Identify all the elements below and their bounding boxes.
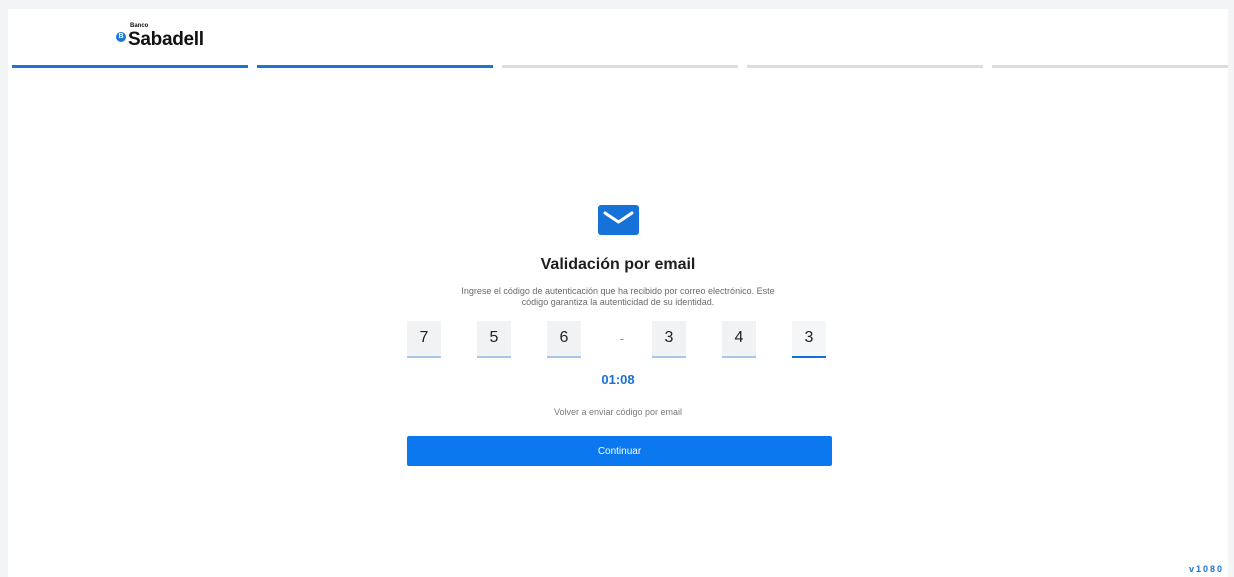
- resend-code-link[interactable]: Volver a enviar código por email: [8, 407, 1228, 417]
- description-line-2: código garantiza la autenticidad de su i…: [521, 297, 715, 307]
- code-digit-3[interactable]: 6: [547, 321, 581, 358]
- code-digit-1[interactable]: 7: [407, 321, 441, 358]
- code-digit-5[interactable]: 4: [722, 321, 756, 358]
- progress-steps: [12, 65, 1228, 68]
- logo-mark-icon: B: [116, 32, 126, 42]
- page: B Banco Sabadell Validación por email In…: [8, 9, 1228, 577]
- envelope-icon: [598, 205, 639, 235]
- version-label: v1080: [1188, 564, 1224, 574]
- progress-step-2: [257, 65, 493, 68]
- description-line-1: Ingrese el código de autenticación que h…: [461, 286, 775, 296]
- logo-main-text: Sabadell: [128, 29, 204, 50]
- page-title: Validación por email: [540, 256, 696, 273]
- countdown-timer: 01:08: [601, 372, 635, 387]
- sabadell-logo: B Banco Sabadell: [116, 23, 204, 49]
- code-separator: -: [619, 330, 625, 346]
- progress-step-5: [992, 65, 1228, 68]
- progress-step-4: [747, 65, 983, 68]
- progress-step-3: [502, 65, 738, 68]
- code-digit-4[interactable]: 3: [652, 321, 686, 358]
- code-input-group: 7 5 6 - 3 4 3: [8, 321, 1228, 361]
- code-digit-2[interactable]: 5: [477, 321, 511, 358]
- description-text: Ingrese el código de autenticación que h…: [418, 286, 818, 308]
- code-digit-6[interactable]: 3: [792, 321, 826, 358]
- continue-button[interactable]: Continuar: [407, 436, 832, 466]
- progress-step-1: [12, 65, 248, 68]
